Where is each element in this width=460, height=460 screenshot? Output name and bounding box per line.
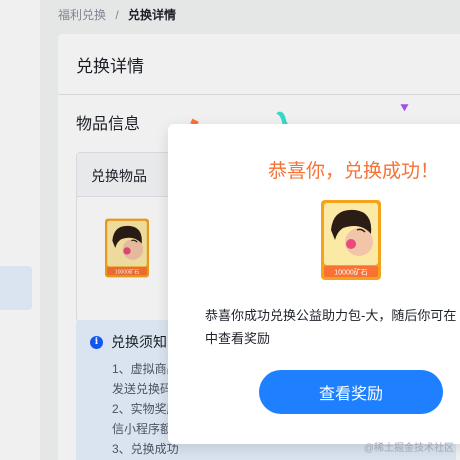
modal-message-suffix: 中查看奖励 <box>205 331 271 346</box>
success-modal: 恭喜你，兑换成功！ 10000矿石 恭喜你成功兑换公益助力包-大，随后你可在 获… <box>168 124 460 444</box>
modal-title: 恭喜你，兑换成功！ <box>268 161 440 182</box>
modal-message-prefix: 恭喜你成功兑换公益助力包-大，随后你可在 <box>205 308 457 323</box>
view-reward-button[interactable]: 查看奖励 <box>259 370 443 414</box>
watermark: @稀土掘金技术社区 <box>363 443 454 454</box>
reward-image: 10000矿石 <box>321 200 381 280</box>
reward-price-text: 10000矿石 <box>334 268 367 277</box>
modal-message: 恭喜你成功兑换公益助力包-大，随后你可在 获 中查看奖励 <box>205 304 460 350</box>
